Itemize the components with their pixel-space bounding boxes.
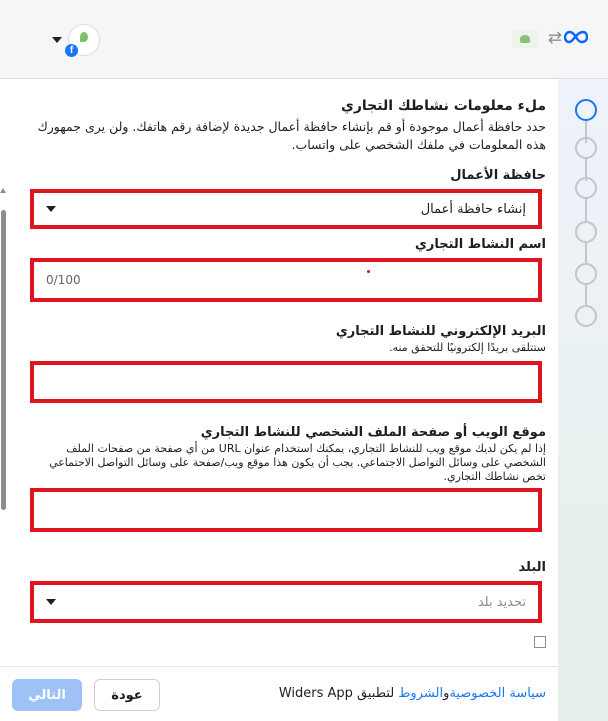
- app-text: لتطبيق Widers App: [278, 686, 395, 701]
- step-connector: [585, 243, 587, 265]
- sync-arrows-icon: ⇄: [547, 28, 562, 48]
- step-connector: [585, 199, 587, 221]
- partially-visible-row: [22, 636, 546, 648]
- form-description: حدد حافظة أعمال موجودة أو قم بإنشاء حافظ…: [37, 119, 546, 152]
- marker-dot: [367, 270, 370, 273]
- business-email-input[interactable]: [30, 361, 542, 403]
- business-name-input[interactable]: 0/100: [30, 258, 542, 302]
- step-indicator: [575, 137, 597, 159]
- back-button[interactable]: عودة: [94, 679, 160, 711]
- account-switcher[interactable]: f: [52, 24, 100, 57]
- step-indicator: [575, 263, 597, 285]
- terms-link[interactable]: الشروط: [398, 686, 443, 701]
- website-label: موقع الويب أو صفحة الملف الشخصي للنشاط ا…: [200, 425, 546, 440]
- website-input[interactable]: [30, 488, 542, 532]
- business-email-help: ستتلقى بريدًا إلكترونيًا للتحقق منه.: [389, 341, 546, 354]
- step-indicator: [575, 177, 597, 199]
- country-label: البلد: [518, 560, 546, 575]
- widers-logo: [512, 30, 538, 48]
- business-name-label: اسم النشاط التجاري: [414, 237, 546, 252]
- chevron-down-icon: [52, 37, 62, 43]
- privacy-policy-link[interactable]: سياسة الخصوصية: [449, 686, 546, 701]
- step-indicator: [575, 305, 597, 327]
- leaf-icon: [80, 32, 88, 42]
- step-indicator: [575, 221, 597, 243]
- business-email-label: البريد الإلكتروني للنشاط التجاري: [335, 324, 546, 339]
- scrollbar-thumb[interactable]: [1, 210, 6, 510]
- facebook-icon: f: [65, 44, 78, 57]
- website-help: إذا لم يكن لديك موقع ويب للنشاط التجاري،…: [49, 442, 546, 483]
- form-title: ملء معلومات نشاطك التجاري: [341, 98, 546, 114]
- footer-links: سياسة الخصوصيةوالشروط لتطبيق Widers App: [279, 686, 546, 701]
- step-connector: [585, 285, 587, 307]
- scroll-up-arrow[interactable]: [0, 188, 6, 193]
- avatar: f: [65, 24, 100, 57]
- business-portfolio-select[interactable]: إنشاء حافظة أعمال: [30, 189, 542, 229]
- business-info-form: ملء معلومات نشاطك التجاري حدد حافظة أعما…: [22, 90, 546, 667]
- country-select[interactable]: تحديد بلد: [30, 581, 542, 623]
- step-indicator: [575, 99, 597, 121]
- top-bar: ⇄ f: [0, 0, 608, 79]
- chevron-down-icon: [46, 599, 56, 605]
- meta-infinity-icon: [564, 30, 588, 44]
- checkbox[interactable]: [534, 636, 546, 648]
- char-counter: 0/100: [46, 273, 81, 287]
- business-portfolio-label: حافظة الأعمال: [450, 168, 546, 183]
- chevron-down-icon: [46, 206, 56, 212]
- leaf-icon: [520, 35, 530, 43]
- business-portfolio-value: إنشاء حافظة أعمال: [420, 201, 526, 217]
- footer: سياسة الخصوصيةوالشروط لتطبيق Widers App …: [0, 666, 558, 721]
- progress-stepper: [558, 79, 608, 721]
- next-button[interactable]: التالي: [12, 679, 82, 711]
- country-placeholder: تحديد بلد: [477, 594, 526, 610]
